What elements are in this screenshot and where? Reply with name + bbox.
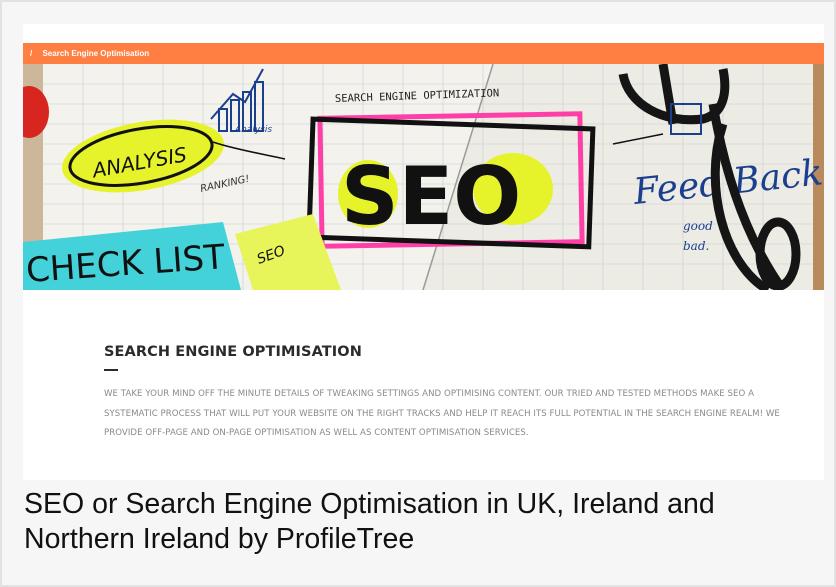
title-underline	[104, 369, 118, 371]
section-description: WE TAKE YOUR MIND OFF THE MINUTE DETAILS…	[104, 389, 780, 438]
breadcrumb-current[interactable]: Search Engine Optimisation	[42, 49, 149, 58]
page-card: / Search Engine Optimisation ANALYSIS An…	[23, 24, 824, 480]
image-caption: SEO or Search Engine Optimisation in UK,…	[24, 488, 715, 555]
seo-illustration: ANALYSIS Analysis RANKING! SEARCH ENGINE…	[23, 64, 824, 290]
section-title: SEARCH ENGINE OPTIMISATION	[104, 344, 362, 360]
bad-word: bad.	[683, 239, 709, 253]
breadcrumb-separator: /	[30, 49, 33, 58]
screenshot-frame: / Search Engine Optimisation ANALYSIS An…	[0, 0, 836, 587]
breadcrumb: / Search Engine Optimisation	[23, 43, 824, 64]
good-word: good	[683, 219, 713, 233]
seo-big-word: SEO	[341, 150, 521, 243]
hero-image: ANALYSIS Analysis RANKING! SEARCH ENGINE…	[23, 64, 824, 290]
